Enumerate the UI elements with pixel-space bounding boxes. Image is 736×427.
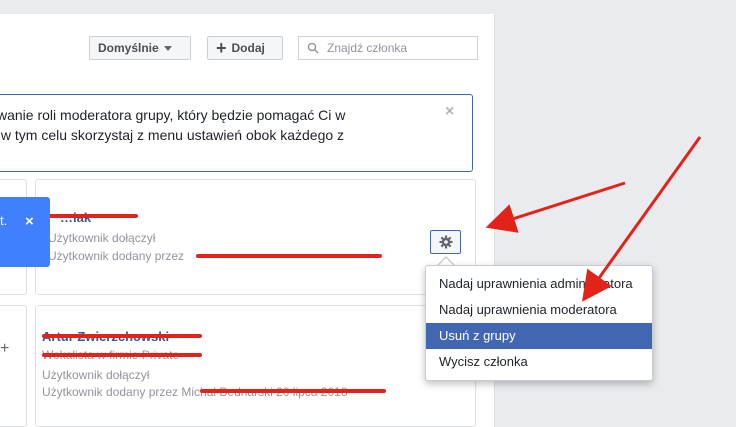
annotation-arrow [485,181,626,233]
annotation-arrow [582,136,702,302]
annotation-arrows [485,136,702,302]
